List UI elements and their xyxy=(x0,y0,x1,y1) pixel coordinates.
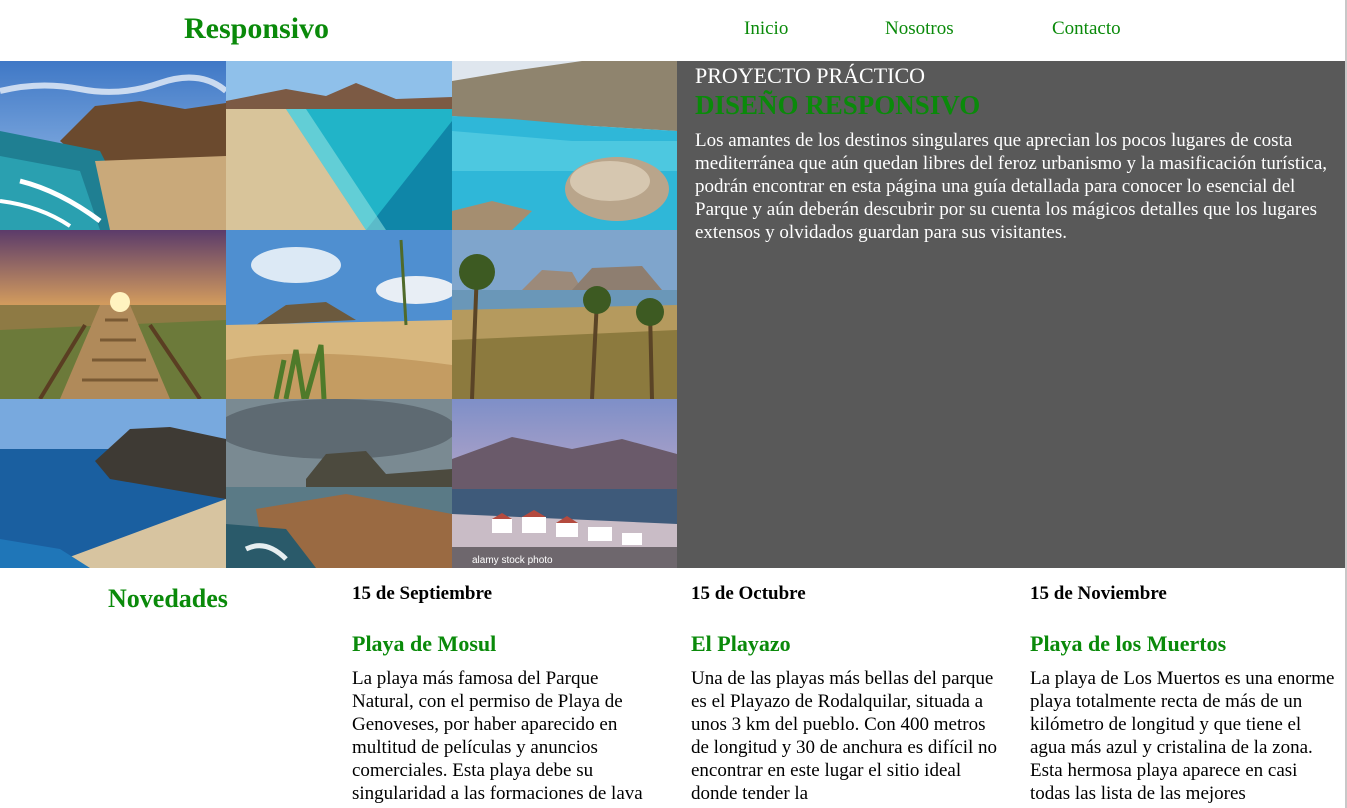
news-text: La playa de Los Muertos es una enorme pl… xyxy=(1030,668,1335,804)
gallery-photo-boardwalk-sunset xyxy=(0,230,226,399)
site-logo[interactable]: Responsivo xyxy=(184,12,329,46)
intro-panel: PROYECTO PRÁCTICO DISEÑO RESPONSIVO Los … xyxy=(677,61,1345,568)
news-text: Una de las playas más bellas del parque … xyxy=(691,668,998,804)
news-title[interactable]: El Playazo xyxy=(691,631,1001,657)
news-text: La playa más famosa del Parque Natural, … xyxy=(352,668,643,804)
news-title[interactable]: Playa de los Muertos xyxy=(1030,631,1340,657)
intro-title: DISEÑO RESPONSIVO xyxy=(695,90,981,120)
gallery-photo-beach-cliffs xyxy=(0,61,226,230)
nav-link-nosotros[interactable]: Nosotros xyxy=(885,18,954,40)
photo-gallery: alamy stock photo xyxy=(0,61,677,568)
gallery-photo-cliff-sea-beach xyxy=(0,399,226,568)
news-item: 15 de Octubre El Playazo Una de las play… xyxy=(691,583,1001,805)
site-header: Responsivo Inicio Nosotros Contacto xyxy=(0,0,1347,61)
nav-link-inicio[interactable]: Inicio xyxy=(744,18,788,40)
nav-link-contacto[interactable]: Contacto xyxy=(1052,18,1121,40)
news-date: 15 de Septiembre xyxy=(352,583,493,604)
news-date: 15 de Octubre xyxy=(691,583,806,604)
news-date: 15 de Noviembre xyxy=(1030,583,1167,604)
news-item: 15 de Noviembre Playa de los Muertos La … xyxy=(1030,583,1340,805)
gallery-photo-stormy-coast xyxy=(226,399,452,568)
news-item: 15 de Septiembre Playa de Mosul La playa… xyxy=(352,583,662,805)
intro-text: Los amantes de los destinos singulares q… xyxy=(695,130,1328,243)
gallery-photo-palm-coast xyxy=(452,230,677,399)
gallery-photo-white-village-bay: alamy stock photo xyxy=(452,399,677,568)
gallery-photo-rocky-cove xyxy=(452,61,677,230)
watermark-text: alamy stock photo xyxy=(472,555,553,566)
gallery-photo-turquoise-beach xyxy=(226,61,452,230)
gallery-photo-dunes-agave xyxy=(226,230,452,399)
news-title[interactable]: Playa de Mosul xyxy=(352,631,662,657)
news-heading: Novedades xyxy=(108,584,228,613)
intro-kicker: PROYECTO PRÁCTICO xyxy=(695,63,926,88)
